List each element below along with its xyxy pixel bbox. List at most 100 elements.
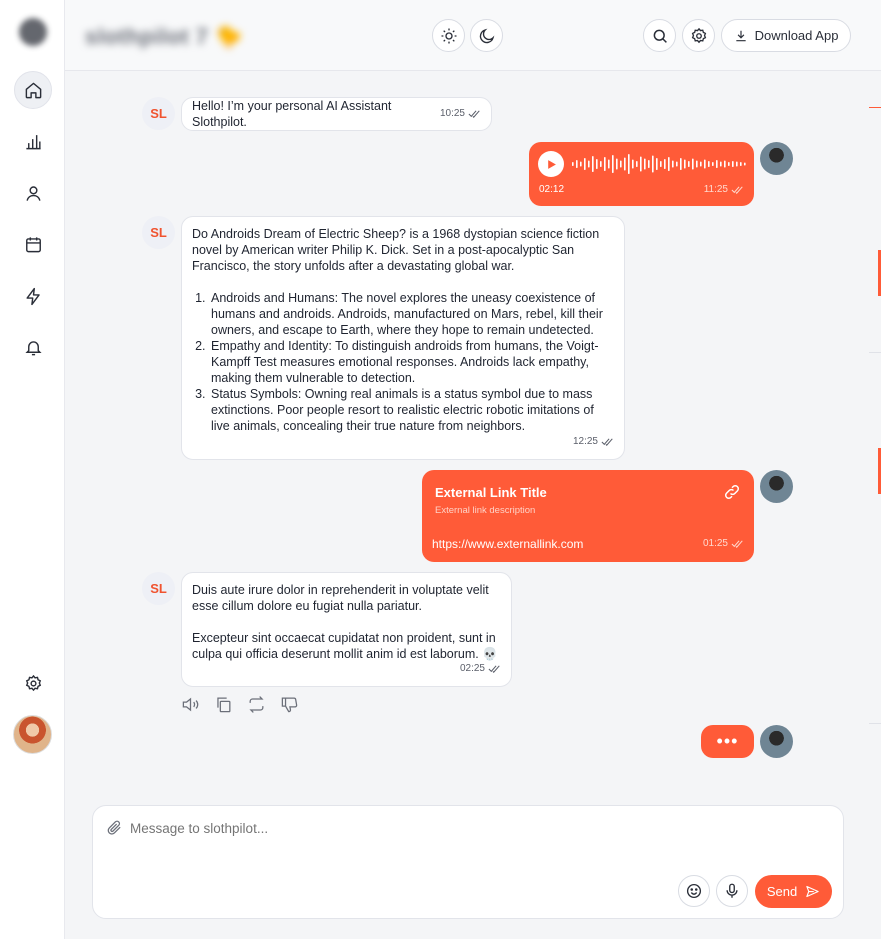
copy-icon[interactable] bbox=[214, 695, 233, 714]
waveform-bar bbox=[684, 159, 686, 169]
logo bbox=[19, 18, 47, 46]
message-text: Hello! I’m your personal AI Assistant Sl… bbox=[192, 99, 392, 129]
waveform-bar bbox=[740, 162, 742, 166]
waveform-bar bbox=[696, 160, 698, 168]
waveform-bar bbox=[576, 160, 578, 168]
smiley-icon bbox=[686, 883, 702, 899]
sun-icon bbox=[441, 28, 456, 43]
settings-button[interactable] bbox=[682, 19, 715, 52]
my-avatar bbox=[760, 470, 793, 503]
waveform-bar bbox=[640, 156, 642, 172]
rail-divider bbox=[869, 723, 881, 724]
header: slothpilot 7 🐤 Download App bbox=[65, 0, 881, 71]
waveform-bar bbox=[600, 161, 602, 167]
speaker-icon[interactable] bbox=[181, 695, 200, 714]
link-url[interactable]: https://www.externallink.com bbox=[432, 537, 583, 551]
light-mode-button[interactable] bbox=[432, 19, 465, 52]
bot-avatar: SL bbox=[142, 97, 175, 130]
waveform-bar bbox=[588, 160, 590, 168]
waveform-bar bbox=[676, 161, 678, 167]
waveform-bar bbox=[572, 162, 574, 166]
list-item: Androids and Humans: The novel explores … bbox=[209, 290, 614, 338]
waveform-bar bbox=[688, 161, 690, 167]
waveform-bar bbox=[668, 157, 670, 171]
typing-indicator: ••• bbox=[701, 725, 754, 758]
list-item: Status Symbols: Owning real animals is a… bbox=[209, 386, 614, 434]
download-icon bbox=[735, 30, 746, 41]
waveform-bar bbox=[716, 160, 718, 168]
download-app-button[interactable]: Download App bbox=[721, 19, 851, 52]
thumbs-down-icon[interactable] bbox=[280, 695, 299, 714]
my-avatar bbox=[760, 142, 793, 175]
double-check-icon bbox=[731, 539, 743, 548]
waveform-bar bbox=[616, 158, 618, 170]
page-title: slothpilot 7 🐤 bbox=[85, 24, 243, 49]
audio-waveform[interactable] bbox=[572, 150, 747, 178]
waveform-bar bbox=[628, 154, 630, 174]
waveform-bar bbox=[732, 161, 734, 167]
sidebar-item-analytics[interactable] bbox=[14, 122, 52, 160]
send-icon bbox=[806, 885, 819, 898]
waveform-bar bbox=[656, 158, 658, 170]
bot-message: Hello! I’m your personal AI Assistant Sl… bbox=[181, 97, 492, 131]
bot-message: Do Androids Dream of Electric Sheep? is … bbox=[181, 216, 625, 460]
message-input[interactable] bbox=[130, 818, 650, 838]
link-card-message[interactable]: External Link Title External link descri… bbox=[422, 470, 754, 562]
sidebar-item-activity[interactable] bbox=[14, 277, 52, 315]
link-icon[interactable] bbox=[723, 483, 741, 501]
waveform-bar bbox=[660, 161, 662, 167]
home-icon bbox=[25, 82, 41, 98]
lightning-icon bbox=[25, 287, 40, 305]
send-button[interactable]: Send bbox=[755, 875, 832, 908]
gear-icon bbox=[691, 27, 706, 43]
waveform-bar bbox=[720, 161, 722, 167]
waveform-bar bbox=[664, 159, 666, 169]
waveform-bar bbox=[700, 161, 702, 167]
double-check-icon bbox=[601, 438, 613, 446]
rail-marker bbox=[869, 107, 881, 108]
moon-icon bbox=[479, 28, 494, 43]
play-button[interactable] bbox=[538, 151, 564, 177]
link-title: External Link Title bbox=[435, 485, 547, 500]
waveform-bar bbox=[652, 155, 654, 173]
search-button[interactable] bbox=[643, 19, 676, 52]
message-time: 10:25 bbox=[440, 106, 481, 122]
voice-input-button[interactable] bbox=[716, 875, 748, 907]
audio-duration: 02:12 bbox=[539, 184, 565, 195]
waveform-bar bbox=[672, 160, 674, 168]
sidebar-item-home[interactable] bbox=[14, 71, 52, 109]
waveform-bar bbox=[608, 159, 610, 169]
sidebar-item-notifications[interactable] bbox=[14, 328, 52, 366]
bot-avatar: SL bbox=[142, 572, 175, 605]
bot-avatar: SL bbox=[142, 216, 175, 249]
waveform-bar bbox=[680, 158, 682, 170]
dark-mode-button[interactable] bbox=[470, 19, 503, 52]
waveform-bar bbox=[604, 157, 606, 171]
play-icon bbox=[547, 159, 556, 169]
rail-divider bbox=[869, 352, 881, 353]
waveform-bar bbox=[744, 162, 746, 166]
message-time: 11:25 bbox=[704, 184, 744, 195]
waveform-bar bbox=[644, 158, 646, 170]
regenerate-icon[interactable] bbox=[247, 695, 266, 714]
user-avatar[interactable] bbox=[13, 715, 52, 754]
waveform-bar bbox=[580, 161, 582, 167]
double-check-icon bbox=[731, 185, 743, 194]
message-list: Androids and Humans: The novel explores … bbox=[192, 290, 614, 434]
link-description: External link description bbox=[435, 505, 536, 516]
waveform-bar bbox=[612, 155, 614, 173]
sidebar-item-calendar[interactable] bbox=[14, 225, 52, 263]
my-avatar bbox=[760, 725, 793, 758]
user-icon bbox=[25, 185, 41, 201]
double-check-icon bbox=[468, 110, 480, 118]
message-actions bbox=[181, 695, 299, 714]
waveform-bar bbox=[724, 160, 726, 168]
sidebar-item-settings[interactable] bbox=[14, 664, 52, 702]
sidebar-item-profile[interactable] bbox=[14, 174, 52, 212]
emoji-button[interactable] bbox=[678, 875, 710, 907]
waveform-bar bbox=[708, 161, 710, 167]
paperclip-icon[interactable] bbox=[106, 819, 123, 836]
search-icon bbox=[653, 29, 667, 43]
waveform-bar bbox=[728, 162, 730, 166]
bell-icon bbox=[24, 340, 42, 355]
